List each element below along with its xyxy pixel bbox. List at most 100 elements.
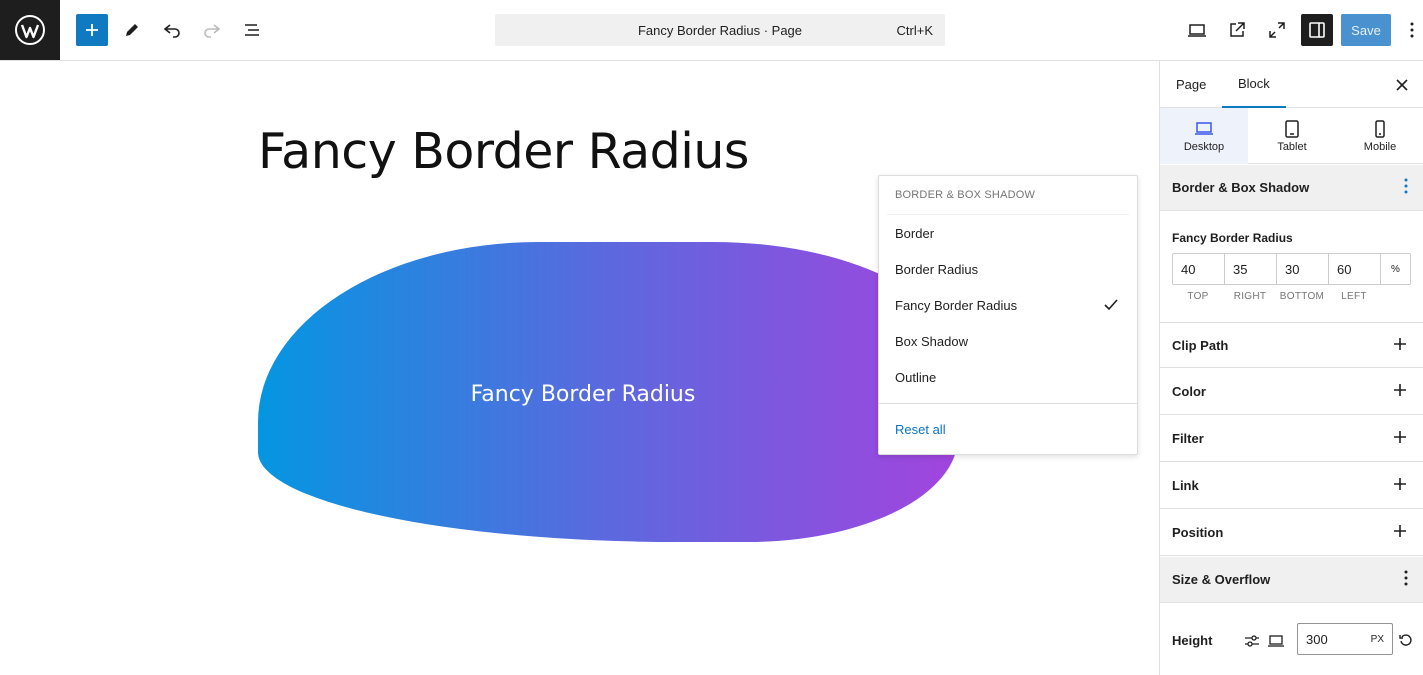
- menu-item-label: Border Radius: [895, 261, 979, 277]
- more-vertical-icon: [1410, 22, 1414, 38]
- close-icon: [1396, 79, 1408, 91]
- tab-block[interactable]: Block: [1222, 61, 1286, 108]
- reset-all-button[interactable]: Reset all: [895, 422, 946, 437]
- undo-icon: [163, 24, 180, 38]
- radius-top-input[interactable]: 40: [1173, 254, 1225, 284]
- panel-size-overflow[interactable]: Size & Overflow: [1160, 557, 1423, 603]
- panel-title: Color: [1172, 384, 1206, 399]
- add-block-button[interactable]: [76, 14, 108, 46]
- fancy-border-radius-label: Fancy Border Radius: [1172, 231, 1293, 245]
- fullscreen-button[interactable]: [1261, 14, 1293, 46]
- options-menu-button[interactable]: [1402, 14, 1422, 46]
- panel-link[interactable]: Link: [1160, 463, 1423, 509]
- plus-icon: [86, 24, 98, 36]
- redo-icon: [204, 24, 221, 38]
- plus-icon: [1394, 478, 1406, 490]
- radius-left-input[interactable]: 60: [1329, 254, 1381, 284]
- fancy-border-block[interactable]: Fancy Border Radius: [258, 242, 958, 542]
- side-label-bottom: BOTTOM: [1279, 291, 1325, 302]
- settings-sidebar-toggle[interactable]: [1301, 14, 1333, 46]
- wordpress-icon[interactable]: [0, 0, 60, 60]
- menu-item-border-radius[interactable]: Border Radius: [887, 253, 1131, 285]
- height-control: Height 300 PX: [1160, 621, 1423, 661]
- panel-title: Size & Overflow: [1172, 572, 1271, 587]
- radius-right-input[interactable]: 35: [1225, 254, 1277, 284]
- side-label-left: LEFT: [1341, 291, 1367, 302]
- panel-title: Clip Path: [1172, 337, 1229, 353]
- settings-sidebar: Page Block Desktop Tablet Mobile Border …: [1159, 61, 1423, 675]
- reset-icon[interactable]: [1398, 632, 1414, 648]
- device-desktop[interactable]: Desktop: [1160, 108, 1248, 164]
- height-unit[interactable]: PX: [1371, 634, 1384, 645]
- device-switcher: Desktop Tablet Mobile: [1160, 108, 1423, 164]
- sidebar-icon: [1309, 22, 1325, 38]
- device-tablet[interactable]: Tablet: [1248, 108, 1336, 164]
- panel-position[interactable]: Position: [1160, 510, 1423, 556]
- more-vertical-icon[interactable]: [1404, 178, 1408, 194]
- height-value: 300: [1306, 631, 1328, 647]
- save-button[interactable]: Save: [1341, 14, 1391, 46]
- panel-border-box-shadow[interactable]: Border & Box Shadow: [1160, 165, 1423, 211]
- plus-icon: [1394, 338, 1406, 350]
- redo-button[interactable]: [196, 14, 228, 46]
- preview-device-button[interactable]: [1181, 14, 1213, 46]
- document-title: Fancy Border Radius · Page: [637, 22, 803, 38]
- check-icon: [1104, 299, 1118, 311]
- plus-icon: [1394, 525, 1406, 537]
- close-sidebar-button[interactable]: [1392, 75, 1412, 95]
- side-label-top: TOP: [1187, 291, 1209, 302]
- sidebar-tabs: Page Block: [1160, 61, 1423, 108]
- height-input[interactable]: 300 PX: [1297, 623, 1393, 655]
- document-overview-button[interactable]: [236, 14, 268, 46]
- divider: [879, 403, 1137, 404]
- radius-bottom-input[interactable]: 30: [1277, 254, 1329, 284]
- desktop-icon[interactable]: [1268, 633, 1284, 649]
- menu-item-label: Fancy Border Radius: [895, 297, 1018, 313]
- view-page-button[interactable]: [1221, 14, 1253, 46]
- menu-item-box-shadow[interactable]: Box Shadow: [887, 325, 1131, 357]
- desktop-icon: [1188, 24, 1206, 37]
- device-label: Tablet: [1277, 140, 1307, 153]
- editor-toolbar: Fancy Border Radius · Page Ctrl+K Save: [0, 0, 1423, 61]
- menu-item-label: Outline: [895, 369, 937, 385]
- panel-title: Filter: [1172, 431, 1204, 446]
- menu-item-fancy-border-radius[interactable]: Fancy Border Radius: [887, 289, 1131, 321]
- plus-icon: [1394, 384, 1406, 396]
- panel-clip-path[interactable]: Clip Path: [1160, 322, 1423, 368]
- divider: [887, 214, 1129, 215]
- tablet-icon: [1285, 119, 1299, 138]
- settings-sliders-icon[interactable]: [1244, 633, 1260, 649]
- undo-button[interactable]: [156, 14, 188, 46]
- desktop-icon: [1195, 121, 1213, 135]
- more-vertical-icon[interactable]: [1404, 570, 1408, 586]
- mobile-icon: [1375, 119, 1385, 138]
- menu-item-outline[interactable]: Outline: [887, 361, 1131, 393]
- page-heading[interactable]: Fancy Border Radius: [258, 123, 749, 180]
- fullscreen-icon: [1269, 22, 1285, 38]
- tab-page[interactable]: Page: [1160, 61, 1222, 108]
- height-label: Height: [1172, 633, 1213, 648]
- menu-item-label: Box Shadow: [895, 333, 968, 349]
- block-text[interactable]: Fancy Border Radius: [471, 382, 696, 407]
- external-link-icon: [1230, 22, 1245, 37]
- panel-color[interactable]: Color: [1160, 369, 1423, 415]
- panel-filter[interactable]: Filter: [1160, 416, 1423, 462]
- pencil-icon: [126, 24, 138, 36]
- border-options-dropdown: BORDER & BOX SHADOW Border Border Radius…: [878, 175, 1138, 455]
- device-label: Desktop: [1183, 140, 1225, 153]
- panel-title: Border & Box Shadow: [1172, 180, 1310, 195]
- device-mobile[interactable]: Mobile: [1336, 108, 1423, 164]
- dropdown-heading: BORDER & BOX SHADOW: [895, 189, 1036, 201]
- menu-item-border[interactable]: Border: [887, 217, 1131, 249]
- plus-icon: [1394, 431, 1406, 443]
- list-view-icon: [245, 24, 259, 36]
- side-label-right: RIGHT: [1233, 291, 1267, 302]
- command-palette-bar[interactable]: Fancy Border Radius · Page Ctrl+K: [495, 14, 945, 46]
- tools-button[interactable]: [116, 14, 148, 46]
- menu-item-label: Border: [895, 225, 935, 241]
- unit-selector[interactable]: %: [1381, 254, 1410, 284]
- radius-side-labels: TOP RIGHT BOTTOM LEFT: [1172, 291, 1380, 302]
- fancy-border-radius-inputs: 40 35 30 60 %: [1172, 253, 1411, 285]
- panel-title: Link: [1172, 478, 1199, 493]
- device-label: Mobile: [1363, 140, 1397, 153]
